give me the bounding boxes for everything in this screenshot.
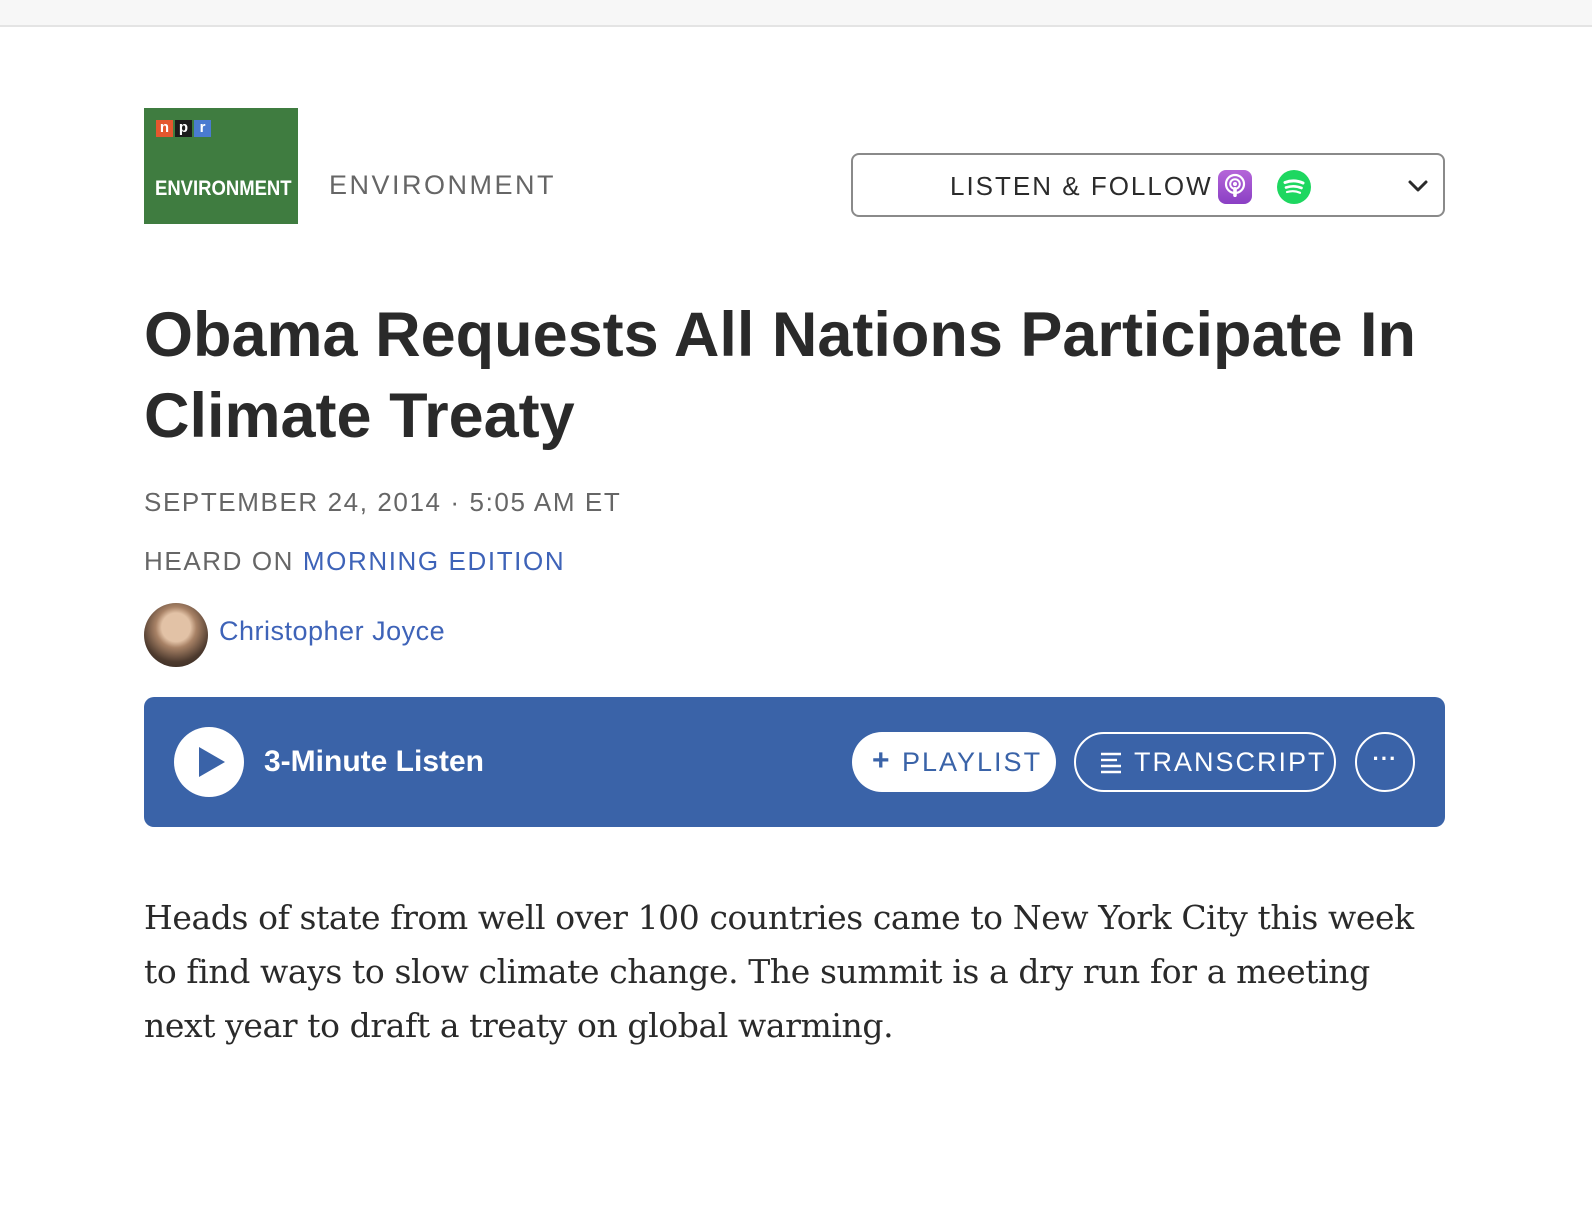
- heard-on: HEARD ON MORNING EDITION: [144, 546, 565, 577]
- apple-podcasts-icon: [1218, 170, 1252, 204]
- play-button[interactable]: [174, 727, 244, 797]
- audio-player: 3-Minute Listen + PLAYLIST TRANSCRIPT ··…: [144, 697, 1445, 827]
- playlist-label: PLAYLIST: [902, 747, 1043, 777]
- add-to-playlist-button[interactable]: + PLAYLIST: [852, 732, 1056, 792]
- author-avatar[interactable]: [144, 603, 208, 667]
- transcript-label: TRANSCRIPT: [1134, 747, 1327, 777]
- environment-logo[interactable]: n p r ENVIRONMENT: [144, 108, 298, 224]
- npr-letter-n: n: [156, 120, 173, 137]
- browser-top-bar: [0, 0, 1592, 27]
- more-options-button[interactable]: ···: [1355, 732, 1415, 792]
- transcript-lines-icon: [1101, 752, 1121, 774]
- article-body-paragraph: Heads of state from well over 100 countr…: [144, 898, 1414, 1045]
- heard-on-show-link[interactable]: MORNING EDITION: [303, 546, 565, 576]
- transcript-button[interactable]: TRANSCRIPT: [1074, 732, 1336, 792]
- ellipsis-icon: ···: [1372, 746, 1398, 771]
- chevron-down-icon: [1406, 174, 1430, 198]
- spotify-icon: [1277, 170, 1311, 204]
- article-dateline: SEPTEMBER 24, 2014 · 5:05 AM ET: [144, 487, 622, 517]
- player-duration-label: 3-Minute Listen: [264, 745, 485, 778]
- listen-follow-label: LISTEN & FOLLOW: [950, 171, 1213, 201]
- section-label[interactable]: ENVIRONMENT: [329, 170, 556, 201]
- article-headline: Obama Requests All Nations Participate I…: [144, 300, 1416, 451]
- npr-letter-r: r: [194, 120, 211, 137]
- npr-letter-p: p: [175, 120, 192, 137]
- listen-follow-button[interactable]: LISTEN & FOLLOW: [851, 153, 1445, 217]
- heard-on-prefix: HEARD ON: [144, 546, 295, 576]
- logo-label: ENVIRONMENT: [155, 177, 292, 200]
- plus-icon: +: [872, 744, 890, 777]
- play-icon: [199, 747, 225, 777]
- author-byline-link[interactable]: Christopher Joyce: [219, 616, 445, 647]
- npr-logo: n p r: [156, 120, 211, 137]
